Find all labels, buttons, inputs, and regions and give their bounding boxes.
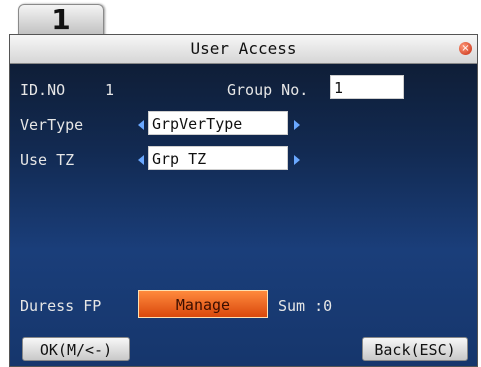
arrow-right-icon[interactable] bbox=[294, 120, 300, 130]
vertype-select[interactable]: GrpVerType bbox=[148, 111, 288, 135]
manage-button[interactable]: Manage bbox=[138, 290, 268, 318]
close-icon[interactable]: × bbox=[459, 42, 472, 55]
id-label: ID.NO bbox=[20, 81, 66, 99]
vertype-label: VerType bbox=[20, 116, 84, 134]
arrow-right-icon[interactable] bbox=[294, 155, 300, 165]
use-tz-select[interactable]: Grp TZ bbox=[148, 146, 288, 170]
arrow-left-icon[interactable] bbox=[138, 155, 144, 165]
group-number-input[interactable]: 1 bbox=[330, 75, 404, 99]
sum-label: Sum :0 bbox=[278, 297, 333, 315]
arrow-left-icon[interactable] bbox=[138, 120, 144, 130]
id-value: 1 bbox=[105, 81, 115, 99]
title-bar: User Access × bbox=[10, 35, 477, 64]
window-title: User Access bbox=[190, 39, 297, 58]
use-tz-label: Use TZ bbox=[20, 151, 75, 169]
device-screen: User Access × ID.NO 1 Group No. 1 VerTyp… bbox=[9, 34, 478, 367]
group-label: Group No. bbox=[227, 81, 309, 99]
page-number-tab: 1 bbox=[18, 3, 104, 37]
back-button[interactable]: Back(ESC) bbox=[362, 337, 468, 361]
ok-button[interactable]: OK(M/<-) bbox=[22, 337, 130, 361]
page-number: 1 bbox=[51, 3, 71, 36]
duress-fp-label: Duress FP bbox=[20, 297, 102, 315]
